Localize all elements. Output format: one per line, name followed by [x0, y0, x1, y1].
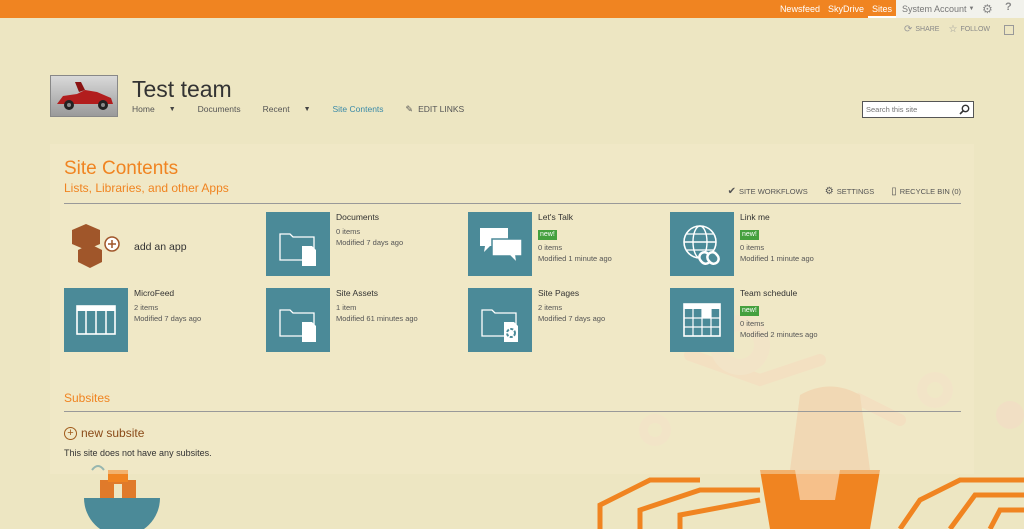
share-icon: ⟳ [903, 24, 913, 35]
search-input[interactable] [863, 105, 957, 114]
car-logo-image [57, 82, 113, 110]
workflow-icon: ✔ [727, 186, 736, 197]
recycle-bin-label: RECYCLE BIN (0) [899, 187, 961, 196]
app-name[interactable]: Let's Talk [538, 212, 612, 223]
new-subsite-label: new subsite [81, 426, 145, 440]
suite-link-newsfeed[interactable]: Newsfeed [776, 0, 824, 18]
app-name[interactable]: Documents [336, 212, 403, 223]
app-item-count: 1 item [336, 303, 357, 312]
settings-label: SETTINGS [836, 187, 875, 196]
edit-links-button[interactable]: ✎ EDIT LINKS [406, 103, 465, 115]
help-icon[interactable]: ? [1005, 1, 1012, 13]
pencil-icon: ✎ [405, 103, 414, 114]
app-name[interactable]: Link me [740, 212, 814, 223]
folder-pages-icon [468, 288, 532, 352]
nav-label-recent: Recent [262, 104, 290, 114]
app-modified: Modified 1 minute ago [740, 254, 814, 263]
page-actions: ⟳ SHARE ☆ FOLLOW [895, 24, 1014, 35]
app-name[interactable]: Site Assets [336, 288, 418, 299]
account-menu[interactable]: System Account [902, 0, 967, 18]
app-modified: Modified 1 minute ago [538, 254, 612, 263]
new-badge: new! [740, 230, 759, 240]
app-name[interactable]: Site Pages [538, 288, 605, 299]
subsites-title: Subsites [64, 391, 111, 405]
divider [64, 203, 961, 204]
nav-item-recent[interactable]: Recent ▼ [263, 103, 311, 115]
add-app-label: add an app [134, 241, 187, 253]
site-commands: ✔ SITE WORKFLOWS ⚙ SETTINGS ▯ RECYCLE BI… [711, 186, 961, 197]
suite-bar: Newsfeed SkyDrive Sites System Account ▼… [0, 0, 1024, 18]
app-tile-site-pages[interactable]: Site Pages 2 items Modified 7 days ago [468, 288, 668, 352]
site-logo[interactable] [50, 75, 118, 117]
app-modified: Modified 7 days ago [538, 314, 606, 323]
new-badge: new! [538, 230, 557, 240]
nav-item-site-contents[interactable]: Site Contents [333, 103, 384, 115]
search-icon[interactable] [959, 104, 970, 115]
app-modified: Modified 61 minutes ago [336, 314, 418, 323]
recycle-bin-button[interactable]: ▯ RECYCLE BIN (0) [891, 186, 961, 197]
divider [64, 411, 961, 412]
app-tile-documents[interactable]: Documents 0 items Modified 7 days ago [266, 212, 466, 276]
suite-link-sites[interactable]: Sites [867, 0, 896, 18]
suite-link-skydrive[interactable]: SkyDrive [824, 0, 868, 18]
add-app-tile[interactable]: add an app [64, 212, 234, 276]
new-badge: new! [740, 306, 759, 316]
site-workflows-label: SITE WORKFLOWS [738, 187, 808, 196]
app-modified: Modified 2 minutes ago [740, 330, 818, 339]
app-tile-microfeed[interactable]: MicroFeed 2 items Modified 7 days ago [64, 288, 264, 352]
chevron-down-icon: ▼ [968, 6, 975, 12]
gear-icon[interactable]: ⚙ [982, 2, 993, 16]
edit-links-label: EDIT LINKS [418, 104, 465, 114]
share-label: SHARE [915, 26, 940, 33]
site-title[interactable]: Test team [132, 76, 232, 103]
app-item-count: 0 items [740, 243, 765, 252]
app-tile-site-assets[interactable]: Site Assets 1 item Modified 61 minutes a… [266, 288, 466, 352]
app-name[interactable]: MicroFeed [134, 288, 201, 299]
new-subsite-button[interactable]: + new subsite [64, 426, 144, 440]
calendar-icon [670, 288, 734, 352]
trash-icon: ▯ [891, 186, 897, 197]
share-button[interactable]: ⟳ SHARE [904, 24, 940, 35]
top-nav: Home ▼ Documents Recent ▼ Site Contents … [132, 103, 486, 115]
search-box [862, 101, 974, 118]
follow-label: FOLLOW [960, 26, 990, 33]
app-modified: Modified 7 days ago [336, 238, 404, 247]
nav-item-documents[interactable]: Documents [198, 103, 241, 115]
suite-links: Newsfeed SkyDrive Sites [776, 0, 896, 18]
plus-icon: + [64, 426, 77, 440]
globe-link-icon [670, 212, 734, 276]
add-app-icon [72, 224, 120, 268]
app-item-count: 2 items [134, 303, 159, 312]
nav-label-documents: Documents [197, 104, 241, 114]
app-tile-team-schedule[interactable]: Team schedule new! 0 items Modified 2 mi… [670, 288, 870, 352]
app-item-count: 2 items [538, 303, 563, 312]
account-area: System Account ▼ ⚙ ? [896, 0, 1024, 18]
settings-button[interactable]: ⚙ SETTINGS [825, 186, 874, 197]
folder-document-icon [266, 212, 330, 276]
app-name[interactable]: Team schedule [740, 288, 818, 299]
gear-icon: ⚙ [824, 186, 834, 197]
list-icon [64, 288, 128, 352]
app-tile-link-me[interactable]: Link me new! 0 items Modified 1 minute a… [670, 212, 870, 276]
folder-document-icon [266, 288, 330, 352]
chevron-down-icon[interactable]: ▼ [304, 106, 311, 113]
app-item-count: 0 items [740, 319, 765, 328]
site-workflows-button[interactable]: ✔ SITE WORKFLOWS [728, 186, 808, 197]
chevron-down-icon[interactable]: ▼ [169, 106, 176, 113]
no-subsites-message: This site does not have any subsites. [64, 448, 212, 458]
nav-label-home: Home [132, 104, 155, 114]
nav-item-home[interactable]: Home ▼ [132, 103, 176, 115]
app-item-count: 0 items [336, 227, 361, 236]
app-modified: Modified 7 days ago [134, 314, 202, 323]
app-tile-lets-talk[interactable]: Let's Talk new! 0 items Modified 1 minut… [468, 212, 668, 276]
nav-label-site-contents: Site Contents [332, 104, 384, 114]
follow-button[interactable]: ☆ FOLLOW [948, 24, 990, 35]
app-item-count: 0 items [538, 243, 563, 252]
focus-content-icon[interactable] [1004, 24, 1014, 35]
page-title: Site Contents [64, 158, 179, 179]
discussion-icon [468, 212, 532, 276]
page-subtitle: Lists, Libraries, and other Apps [64, 181, 229, 195]
star-icon: ☆ [948, 24, 958, 35]
